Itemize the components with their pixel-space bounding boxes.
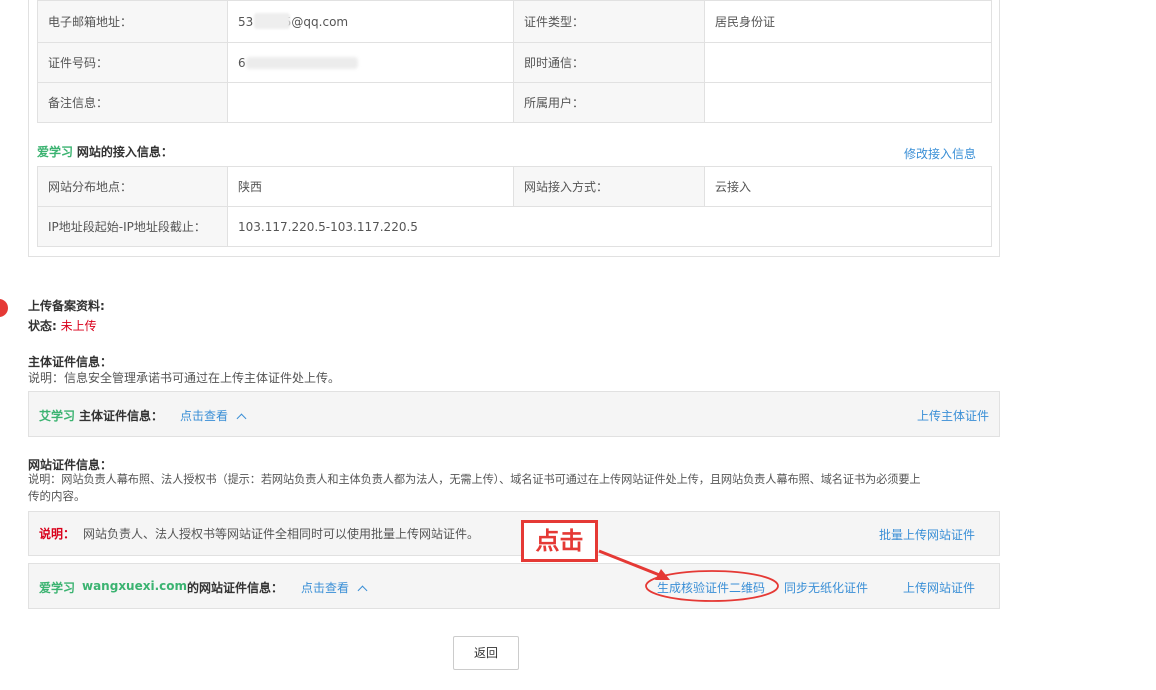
annotation-arrow bbox=[598, 549, 779, 602]
back-button[interactable]: 返回 bbox=[453, 636, 519, 670]
annotation-ellipse bbox=[645, 570, 779, 602]
